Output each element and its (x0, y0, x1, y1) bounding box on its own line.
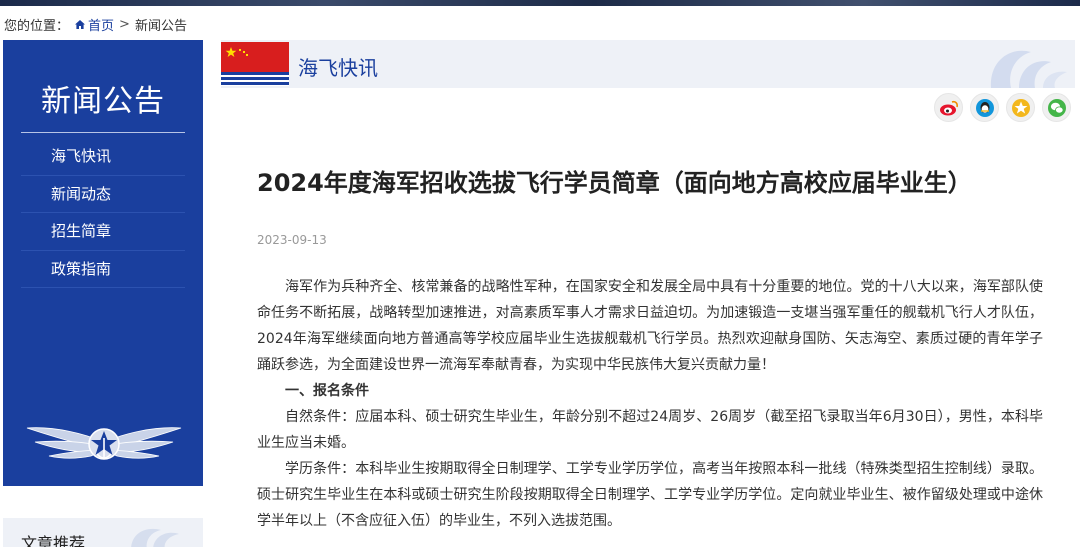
sidebar-title: 新闻公告 (41, 84, 165, 119)
wave-decoration-icon (990, 50, 1067, 88)
article-paragraph: 自然条件：应届本科、硕士研究生毕业生，年龄分别不超过24周岁、26周岁（截至招飞… (257, 409, 1043, 451)
sidebar: 新闻公告 海飞快讯 新闻动态 招生简章 政策指南 (3, 40, 203, 486)
sidebar-nav: 海飞快讯 新闻动态 招生简章 政策指南 (21, 138, 185, 288)
sidebar-item-admission-brochure[interactable]: 招生简章 (21, 213, 185, 251)
sidebar-item-policy-guide[interactable]: 政策指南 (21, 251, 185, 288)
recommend-title: 文章推荐 (21, 534, 86, 547)
section-heading: 一、报名条件 (285, 383, 369, 399)
breadcrumb-prefix: 您的位置： (4, 19, 70, 34)
share-bar (934, 93, 1071, 122)
sidebar-item-haifei-news[interactable]: 海飞快讯 (21, 138, 185, 176)
recommend-box: 文章推荐 (3, 518, 203, 547)
article-title: 2024年度海军招收选拔飞行学员简章（面向地方高校应届毕业生） (257, 169, 972, 197)
sidebar-divider (21, 132, 185, 133)
flag-stripes (221, 72, 289, 86)
weibo-share-button[interactable] (934, 93, 963, 122)
article-paragraph: 学历条件：本科毕业生按期取得全日制理学、工学专业学历学位，高考当年按照本科一批线… (257, 461, 1043, 529)
breadcrumb-current: 新闻公告 (134, 19, 187, 34)
article-body: 海军作为兵种齐全、核常兼备的战略性军种，在国家安全和发展全局中具有十分重要的地位… (257, 274, 1043, 534)
wave-decoration-icon (131, 528, 179, 547)
banner-title: 海飞快讯 (298, 56, 378, 80)
wechat-icon (1047, 98, 1066, 117)
section-banner: 海飞快讯 (221, 40, 1075, 88)
top-banner-strip (0, 0, 1080, 6)
article-paragraph: 海军作为兵种齐全、核常兼备的战略性军种，在国家安全和发展全局中具有十分重要的地位… (257, 279, 1043, 373)
qzone-share-button[interactable] (1006, 93, 1035, 122)
qq-icon (975, 98, 994, 117)
naval-aviation-emblem-icon (26, 427, 182, 460)
wechat-share-button[interactable] (1042, 93, 1071, 122)
breadcrumb-separator: > (119, 17, 130, 32)
breadcrumb-home-label: 首页 (88, 19, 115, 34)
sidebar-item-news-updates[interactable]: 新闻动态 (21, 176, 185, 213)
qq-share-button[interactable] (970, 93, 999, 122)
home-icon (75, 20, 86, 29)
breadcrumb: 您的位置： 首页 > 新闻公告 (4, 15, 187, 34)
qzone-icon (1011, 98, 1030, 117)
article-date: 2023-09-13 (257, 233, 327, 247)
navy-flag-icon (221, 42, 289, 72)
weibo-icon (939, 100, 958, 115)
breadcrumb-home-link[interactable]: 首页 (75, 15, 114, 34)
